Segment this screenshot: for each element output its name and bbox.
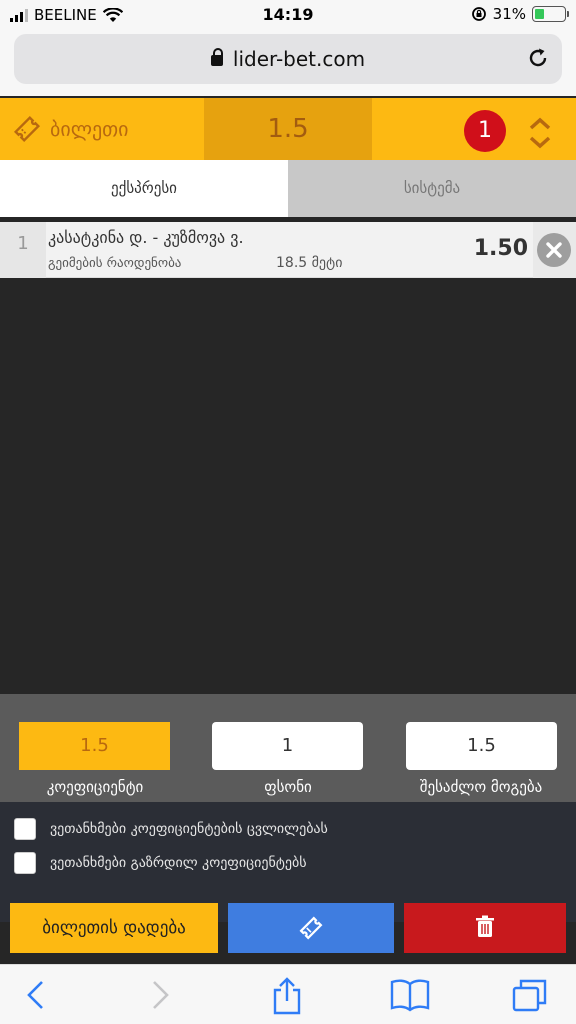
checkbox-accept-increased-odds[interactable] (14, 852, 36, 874)
bet-selection: 18.5 მეტი (276, 255, 343, 271)
battery-icon (532, 6, 569, 22)
bookmarks-icon[interactable] (390, 977, 430, 1013)
tabs-icon[interactable] (510, 977, 550, 1013)
forward-icon[interactable] (146, 977, 174, 1013)
coefficient-label: კოეფიციენტი (46, 778, 144, 796)
url-text: lider-bet.com (232, 47, 366, 71)
bet-index: 1 (0, 222, 46, 278)
address-text-wrap: lider-bet.com (14, 47, 562, 71)
possible-win-value: 1.5 (406, 722, 557, 770)
ticket-title: ბილეთი (12, 114, 129, 144)
stake-input[interactable]: 1 (212, 722, 363, 770)
bet-type-tabs: ექსპრესი სისტემა (0, 160, 576, 217)
option-accept-odds-change[interactable]: ვეთანხმები კოეფიციენტების ცვლილებას (14, 818, 328, 840)
status-right: 31% (471, 5, 569, 23)
share-icon[interactable] (270, 977, 304, 1015)
coefficient-value: 1.5 (19, 722, 170, 770)
address-bar[interactable]: lider-bet.com (14, 34, 562, 84)
close-icon (537, 233, 571, 267)
option-label: ვეთანხმები კოეფიციენტების ცვლილებას (50, 821, 328, 837)
browser-address-area: lider-bet.com (0, 30, 576, 96)
lock-icon (210, 48, 223, 66)
ticket-label: ბილეთი (50, 117, 129, 141)
browser-toolbar (0, 964, 576, 1024)
ticket-button[interactable] (228, 903, 394, 953)
tab-system[interactable]: სისტემა (288, 160, 576, 217)
tab-express[interactable]: ექსპრესი (0, 160, 288, 217)
trash-icon (476, 915, 494, 937)
rotation-lock-icon (471, 7, 486, 21)
ticket-icon (13, 115, 41, 143)
back-icon[interactable] (22, 977, 50, 1013)
delete-all-button[interactable] (404, 903, 566, 953)
ticket-count-badge: 1 (464, 110, 506, 152)
bet-market: გეიმების რაოდენობა (48, 256, 182, 271)
reload-icon[interactable] (526, 46, 550, 70)
bet-odds: 1.50 (473, 236, 528, 261)
status-bar: BEELINE 14:19 31% (0, 0, 576, 30)
ticket-icon (299, 916, 323, 940)
remove-bet-button[interactable] (533, 222, 576, 278)
option-label: ვეთანხმები გაზრდილ კოეფიციენტებს (50, 855, 307, 871)
bet-item: 1 კასატკინა დ. - კუზმოვა ვ. გეიმების რაო… (0, 222, 576, 278)
stake-label: ფსონი (264, 778, 312, 796)
ticket-total-odds: 1.5 (204, 98, 372, 160)
expand-collapse-icon[interactable] (528, 116, 552, 150)
bet-match: კასატკინა დ. - კუზმოვა ვ. (48, 228, 244, 247)
checkbox-accept-odds-change[interactable] (14, 818, 36, 840)
place-bet-button[interactable]: ბილეთის დადება (10, 903, 218, 953)
option-accept-increased-odds[interactable]: ვეთანხმები გაზრდილ კოეფიციენტებს (14, 852, 307, 874)
battery-percent: 31% (492, 5, 526, 23)
possible-win-label: შესაძლო მოგება (419, 778, 543, 796)
